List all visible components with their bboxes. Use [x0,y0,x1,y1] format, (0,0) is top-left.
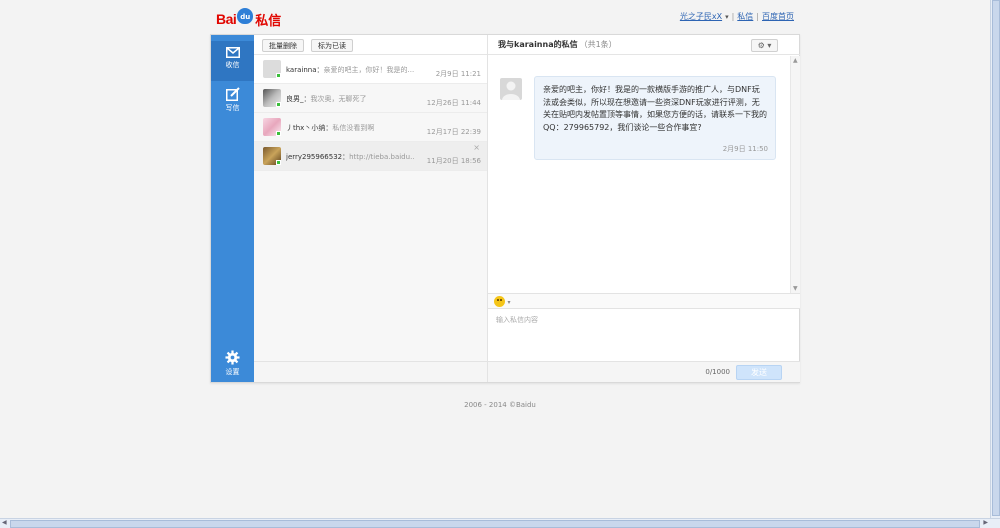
conversation-preview: karainna：亲爱的吧主，你好！我是的... [286,65,414,75]
online-indicator [276,160,281,165]
gear-icon [225,350,240,365]
list-item[interactable]: 丿thx丶小纳：私信没看到啊 12月17日 22:39 [254,113,487,142]
chat-title-user: karainna [514,40,554,49]
avatar [500,78,522,100]
conversation-list: 批量删除 标为已读 karainna：亲爱的吧主，你好！我是的... 2月9日 … [254,35,488,382]
sidebar-item-label: 设置 [225,368,240,376]
chat-title-suffix: 的私信 [553,40,578,49]
baidu-logo[interactable]: Bai du 私信 [216,8,281,30]
envelope-icon [225,47,240,58]
top-links: 光之子民xX ▾ | 私信 | 百度首页 [680,11,794,22]
input-placeholder: 输入私信内容 [496,316,538,324]
message-input[interactable]: 输入私信内容 [488,309,800,361]
online-indicator [276,73,281,78]
sidebar-item-inbox[interactable]: 收信 [211,41,254,81]
list-item[interactable]: karainna：亲爱的吧主，你好！我是的... 2月9日 11:21 [254,55,487,84]
baidu-home-link[interactable]: 百度首页 [762,11,794,22]
chevron-up-icon[interactable]: ▲ [793,57,798,64]
username-link[interactable]: 光之子民xX [680,11,722,22]
chat-area: 我与 karainna 的私信 （共1条） ⚙ ▾ 亲爱的吧主，你好！我是的一款横版… [488,35,800,382]
messages-link[interactable]: 私信 [737,11,753,22]
conversation-preview: jerry295966532：http://tieba.baidu.... [286,152,414,162]
separator: ： [316,66,324,74]
edit-icon [225,87,240,101]
conversation-preview: 良男_：我次奥，无聊死了 [286,94,414,104]
conversation-preview: 丿thx丶小纳：私信没看到啊 [286,123,414,133]
sidebar-item-compose[interactable]: 写信 [211,83,254,123]
sidebar-item-label: 写信 [225,104,240,112]
mark-read-button[interactable]: 标为已读 [311,39,353,52]
chevron-down-icon[interactable]: ▼ [793,285,798,292]
chevron-down-icon[interactable]: ▾ [725,13,729,21]
conversation-message: http://tieba.baidu.... [349,153,414,161]
online-indicator [276,131,281,136]
conversation-time: 12月17日 22:39 [426,128,481,136]
paw-icon: du [237,8,254,24]
page-horizontal-scrollbar[interactable]: ◀ ▶ [0,518,1000,528]
send-button[interactable]: 发送 [736,365,782,380]
list-item[interactable]: × jerry295966532：http://tieba.baidu.... … [254,142,487,171]
sidebar-item-settings[interactable]: 设置 [211,348,254,382]
chevron-down-icon[interactable]: ▾ [508,299,511,306]
char-counter: 0/1000 [705,368,730,376]
chevron-left-icon[interactable]: ◀ [2,519,7,526]
user-icon [502,81,520,100]
scrollbar-thumb[interactable] [992,0,1000,516]
message-bubble: 亲爱的吧主，你好！我是的一款横版手游的推广人，与DNF玩法或会类似，所以现在想邀… [534,76,776,160]
chat-title-prefix: 我与 [498,40,514,49]
list-item[interactable]: 良男_：我次奥，无聊死了 12月26日 11:44 [254,84,487,113]
sidebar-item-label: 收信 [225,61,240,69]
composer-toolbar: ▾ [488,293,800,309]
conversation-message: 我次奥，无聊死了 [310,95,367,103]
online-indicator [276,102,281,107]
conversation-time: 11月20日 18:56 [426,157,481,165]
scrollbar[interactable]: ▲ ▼ [790,56,800,293]
list-footer [254,361,487,382]
conversation-name: 丿thx丶小纳 [286,124,326,132]
chevron-right-icon[interactable]: ▶ [983,519,988,526]
divider: | [756,12,759,21]
conversation-message: 私信没看到啊 [332,124,375,132]
list-toolbar: 批量删除 标为已读 [254,35,487,55]
message-time: 2月9日 11:50 [722,144,768,153]
copyright-footer: 2006 - 2014 ©Baidu [464,401,536,409]
logo-text: Bai [216,11,237,27]
message-text: 亲爱的吧主，你好！我是的一款横版手游的推广人，与DNF玩法或会类似，所以现在想邀… [543,85,767,132]
send-bar: 0/1000 发送 [488,361,800,382]
message-panel: 收信 写信 设置 批量删除 标为已读 karainna：亲爱的吧主，你好！我是的… [210,34,800,383]
message-thread: 亲爱的吧主，你好！我是的一款横版手游的推广人，与DNF玩法或会类似，所以现在想邀… [488,56,790,293]
emoji-icon[interactable] [494,296,505,307]
batch-delete-button[interactable]: 批量删除 [262,39,304,52]
conversation-time: 12月26日 11:44 [426,99,481,107]
logo-product: 私信 [255,13,282,29]
separator: ： [303,95,311,103]
conversation-time: 2月9日 11:21 [435,70,481,78]
scrollbar-thumb[interactable] [10,520,980,528]
divider: | [731,12,735,21]
conversation-message: 亲爱的吧主，你好！我是的... [323,66,415,74]
conversation-name: karainna [286,66,317,74]
close-icon[interactable]: × [473,143,480,152]
conversation-name: 良男_ [286,95,304,103]
conversation-name: jerry295966532 [286,153,343,161]
page-vertical-scrollbar[interactable] [990,0,1000,518]
sidebar: 收信 写信 设置 [211,35,254,382]
message-count: （共1条） [579,40,617,49]
chat-settings-button[interactable]: ⚙ ▾ [751,39,778,52]
